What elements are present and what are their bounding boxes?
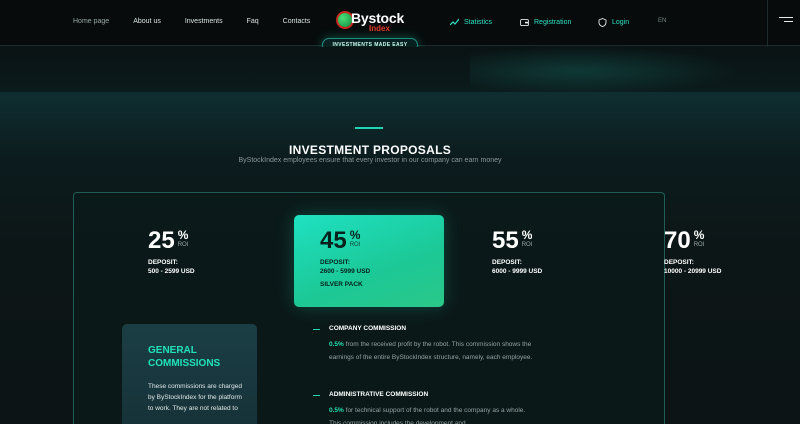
deposit-label: DEPOSIT:	[320, 259, 350, 266]
title-accent-line	[355, 127, 383, 129]
roi-label: ROI	[177, 242, 189, 248]
section-subtitle: ByStockIndex employees ensure that every…	[238, 157, 502, 164]
logo[interactable]: Bystock Index	[336, 9, 406, 33]
nav-contacts[interactable]: Contacts	[283, 18, 311, 25]
general-commissions-text: These commissions are charged by ByStock…	[148, 383, 242, 412]
plan-percent: 70	[664, 227, 691, 254]
general-commissions-card: GENERAL COMMISSIONS These commissions are…	[122, 324, 257, 424]
roi-label: ROI	[693, 242, 705, 248]
deposit-label: DEPOSIT:	[492, 259, 522, 266]
pack-name: SILVER PACK	[320, 281, 363, 288]
dash-marker	[313, 329, 320, 330]
roi-label: ROI	[521, 242, 533, 248]
login-link[interactable]: Login	[598, 18, 629, 27]
plan-card[interactable]: 55% ROI DEPOSIT: 6000 - 9999 USD	[492, 229, 542, 276]
deposit-label: DEPOSIT:	[148, 259, 178, 266]
main-nav: Home page About us Investments Faq Conta…	[73, 18, 310, 25]
percent-sign: %	[349, 228, 361, 242]
language-selector[interactable]: EN	[658, 18, 666, 24]
wallet-icon	[520, 18, 529, 27]
commission-text: 0.5% for technical support of the robot …	[329, 407, 526, 424]
commission-text: 0.5% from the received profit by the rob…	[329, 341, 533, 361]
section-title: INVESTMENT PROPOSALS	[288, 143, 452, 157]
deposit-range: 6000 - 9999 USD	[492, 268, 543, 275]
plan-card-featured[interactable]: 45% ROI DEPOSIT: 2600 - 5999 USD SILVER P…	[294, 215, 444, 307]
deposit-range: 10000 - 20999 USD	[664, 268, 722, 275]
menu-icon[interactable]	[779, 17, 793, 27]
chart-trend-icon	[450, 18, 459, 27]
nav-home[interactable]: Home page	[73, 18, 109, 25]
plan-percent: 25	[148, 227, 175, 254]
login-label: Login	[612, 19, 630, 26]
logo-sub: Index	[369, 24, 390, 33]
nav-about[interactable]: About us	[133, 18, 161, 25]
dash-marker	[313, 395, 320, 396]
general-commissions-title: GENERAL COMMISSIONS	[148, 345, 221, 369]
registration-label: Registration	[534, 19, 572, 26]
plan-percent: 45	[320, 227, 347, 254]
nav-investments[interactable]: Investments	[185, 18, 223, 25]
plan-percent: 55	[492, 227, 519, 254]
shield-icon	[598, 18, 607, 27]
percent-sign: %	[521, 228, 533, 242]
band-glow	[470, 46, 740, 96]
percent-sign: %	[177, 228, 189, 242]
deposit-range: 500 - 2599 USD	[148, 268, 195, 275]
statistics-link[interactable]: Statistics	[450, 18, 492, 27]
plan-card[interactable]: 70% ROI DEPOSIT: 10000 - 20999 USD	[664, 229, 721, 276]
nav-faq[interactable]: Faq	[247, 18, 259, 25]
commission-title: ADMINISTRATIVE COMMISSION	[329, 391, 429, 398]
plan-card[interactable]: 25% ROI DEPOSIT: 500 - 2599 USD	[148, 229, 195, 276]
commission-title: COMPANY COMMISSION	[329, 325, 407, 332]
roi-label: ROI	[349, 242, 361, 248]
deposit-label: DEPOSIT:	[664, 259, 694, 266]
registration-link[interactable]: Registration	[520, 18, 571, 27]
deposit-range: 2600 - 5999 USD	[320, 268, 371, 275]
percent-sign: %	[693, 228, 705, 242]
statistics-label: Statistics	[464, 19, 493, 26]
